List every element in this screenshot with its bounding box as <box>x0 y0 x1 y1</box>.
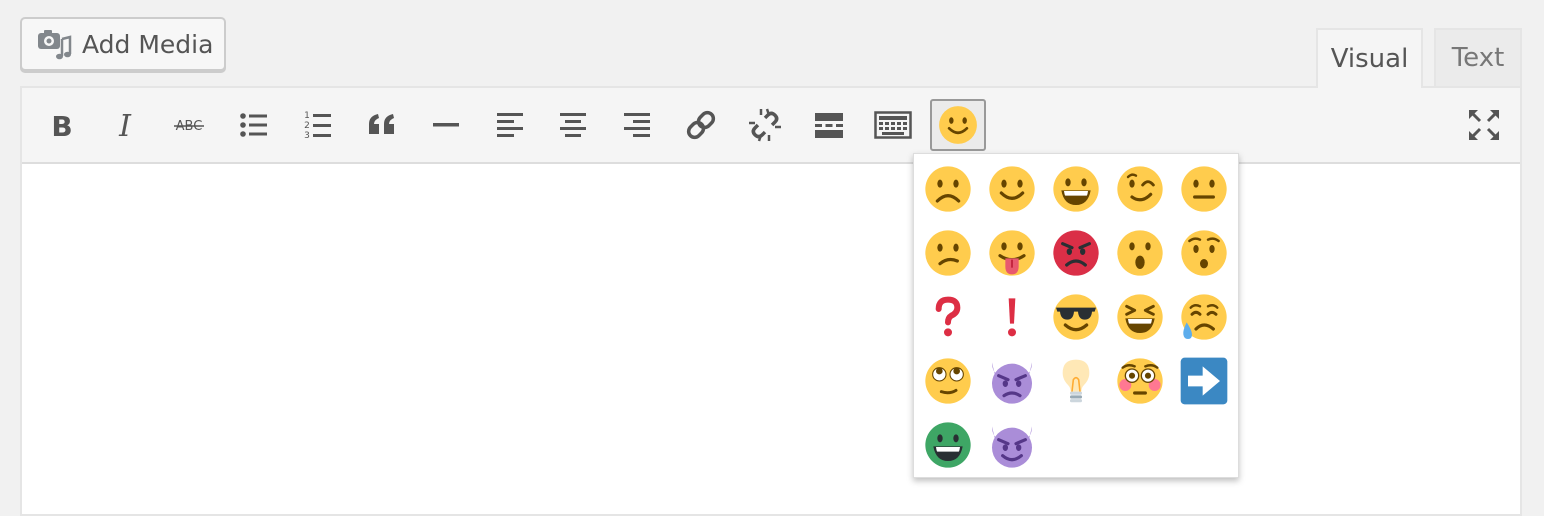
emoji-button[interactable] <box>930 99 986 151</box>
numbered-list-icon: 1 2 3 <box>304 111 331 141</box>
emoji-panel <box>913 153 1239 478</box>
align-left-icon <box>497 113 523 137</box>
emoji-winking[interactable] <box>1112 161 1168 217</box>
emoji-exclamation[interactable] <box>984 289 1040 345</box>
bold-icon: B <box>51 110 72 140</box>
smiley-icon <box>939 106 977 144</box>
neutral-face-icon <box>1181 166 1227 212</box>
read-more-icon <box>815 113 843 138</box>
tab-visual-label: Visual <box>1330 44 1409 74</box>
italic-icon: I <box>118 110 132 140</box>
emoji-imp[interactable] <box>984 353 1040 409</box>
numbered-list-button[interactable]: 1 2 3 <box>292 100 344 150</box>
green-grinning-face-icon <box>925 422 971 468</box>
sweat-face-icon <box>1181 294 1227 340</box>
light-bulb-icon <box>1062 359 1090 403</box>
link-icon <box>686 110 716 140</box>
editor-toolbar: B I ABC 1 2 3 <box>22 88 1520 164</box>
svg-text:1: 1 <box>304 111 310 121</box>
blockquote-button[interactable] <box>356 100 408 150</box>
smiling-face-icon <box>989 166 1035 212</box>
toolbar-toggle-button[interactable] <box>867 100 919 150</box>
emoji-sweat[interactable] <box>1176 289 1232 345</box>
emoji-sunglasses[interactable] <box>1048 289 1104 345</box>
emoji-green-grin[interactable] <box>920 417 976 473</box>
insert-link-button[interactable] <box>675 100 727 150</box>
eye-roll-face-icon <box>925 358 971 404</box>
flushed-face-icon <box>1117 358 1163 404</box>
emoji-frowning[interactable] <box>920 161 976 217</box>
emoji-question[interactable] <box>920 289 976 345</box>
align-center-icon <box>560 113 586 137</box>
italic-button[interactable]: I <box>99 100 151 150</box>
emoji-tongue-out[interactable] <box>984 225 1040 281</box>
horizontal-line-icon <box>433 123 459 127</box>
right-arrow-icon <box>1180 357 1228 405</box>
add-media-button[interactable]: Add Media <box>20 17 226 71</box>
tongue-out-face-icon <box>989 230 1035 276</box>
svg-text:B: B <box>51 110 72 140</box>
emoji-smiling-imp[interactable] <box>984 417 1040 473</box>
strikethrough-button[interactable]: ABC <box>163 100 215 150</box>
svg-text:I: I <box>118 110 132 140</box>
svg-text:2: 2 <box>304 121 310 131</box>
editor: B I ABC 1 2 3 <box>20 86 1522 516</box>
emoji-right-arrow[interactable] <box>1176 353 1232 409</box>
remove-link-button[interactable] <box>739 100 791 150</box>
align-right-button[interactable] <box>611 100 663 150</box>
fullscreen-icon <box>1469 110 1499 140</box>
emoji-light-bulb[interactable] <box>1048 353 1104 409</box>
emoji-laughing[interactable] <box>1112 289 1168 345</box>
bulleted-list-icon <box>240 113 267 137</box>
emoji-eye-roll[interactable] <box>920 353 976 409</box>
align-left-button[interactable] <box>484 100 536 150</box>
strikethrough-icon: ABC <box>174 119 204 134</box>
keyboard-icon <box>874 111 912 139</box>
angry-face-icon <box>1053 230 1099 276</box>
emoji-neutral[interactable] <box>1176 161 1232 217</box>
confused-face-icon <box>925 230 971 276</box>
emoji-angry[interactable] <box>1048 225 1104 281</box>
add-media-label: Add Media <box>82 29 214 59</box>
read-more-button[interactable] <box>803 100 855 150</box>
emoji-confused[interactable] <box>920 225 976 281</box>
question-mark-icon <box>935 296 961 337</box>
unlink-icon <box>749 108 781 142</box>
emoji-hushed[interactable] <box>1176 225 1232 281</box>
emoji-smiling[interactable] <box>984 161 1040 217</box>
editor-content-area[interactable] <box>22 164 1520 514</box>
emoji-flushed[interactable] <box>1112 353 1168 409</box>
emoji-grinning[interactable] <box>1048 161 1104 217</box>
bold-button[interactable]: B <box>36 100 88 150</box>
emoji-surprised[interactable] <box>1112 225 1168 281</box>
winking-face-icon <box>1117 166 1163 212</box>
grinning-face-icon <box>1053 166 1099 212</box>
sunglasses-face-icon <box>1053 294 1099 340</box>
hushed-face-icon <box>1181 230 1227 276</box>
tab-text-label: Text <box>1451 43 1505 73</box>
fullscreen-button[interactable] <box>1458 100 1510 150</box>
bulleted-list-button[interactable] <box>228 100 280 150</box>
surprised-face-icon <box>1117 230 1163 276</box>
horizontal-line-button[interactable] <box>420 100 472 150</box>
align-right-icon <box>624 113 650 137</box>
tab-text[interactable]: Text <box>1434 28 1522 86</box>
align-center-button[interactable] <box>547 100 599 150</box>
imp-face-icon <box>992 362 1032 404</box>
frowning-face-icon <box>925 166 971 212</box>
exclamation-mark-icon <box>1008 298 1016 337</box>
svg-text:3: 3 <box>304 131 310 141</box>
blockquote-icon <box>369 114 394 134</box>
tab-visual[interactable]: Visual <box>1316 28 1423 88</box>
media-camera-music-icon <box>38 30 72 60</box>
smiling-imp-face-icon <box>992 426 1032 468</box>
laughing-face-icon <box>1117 294 1163 340</box>
